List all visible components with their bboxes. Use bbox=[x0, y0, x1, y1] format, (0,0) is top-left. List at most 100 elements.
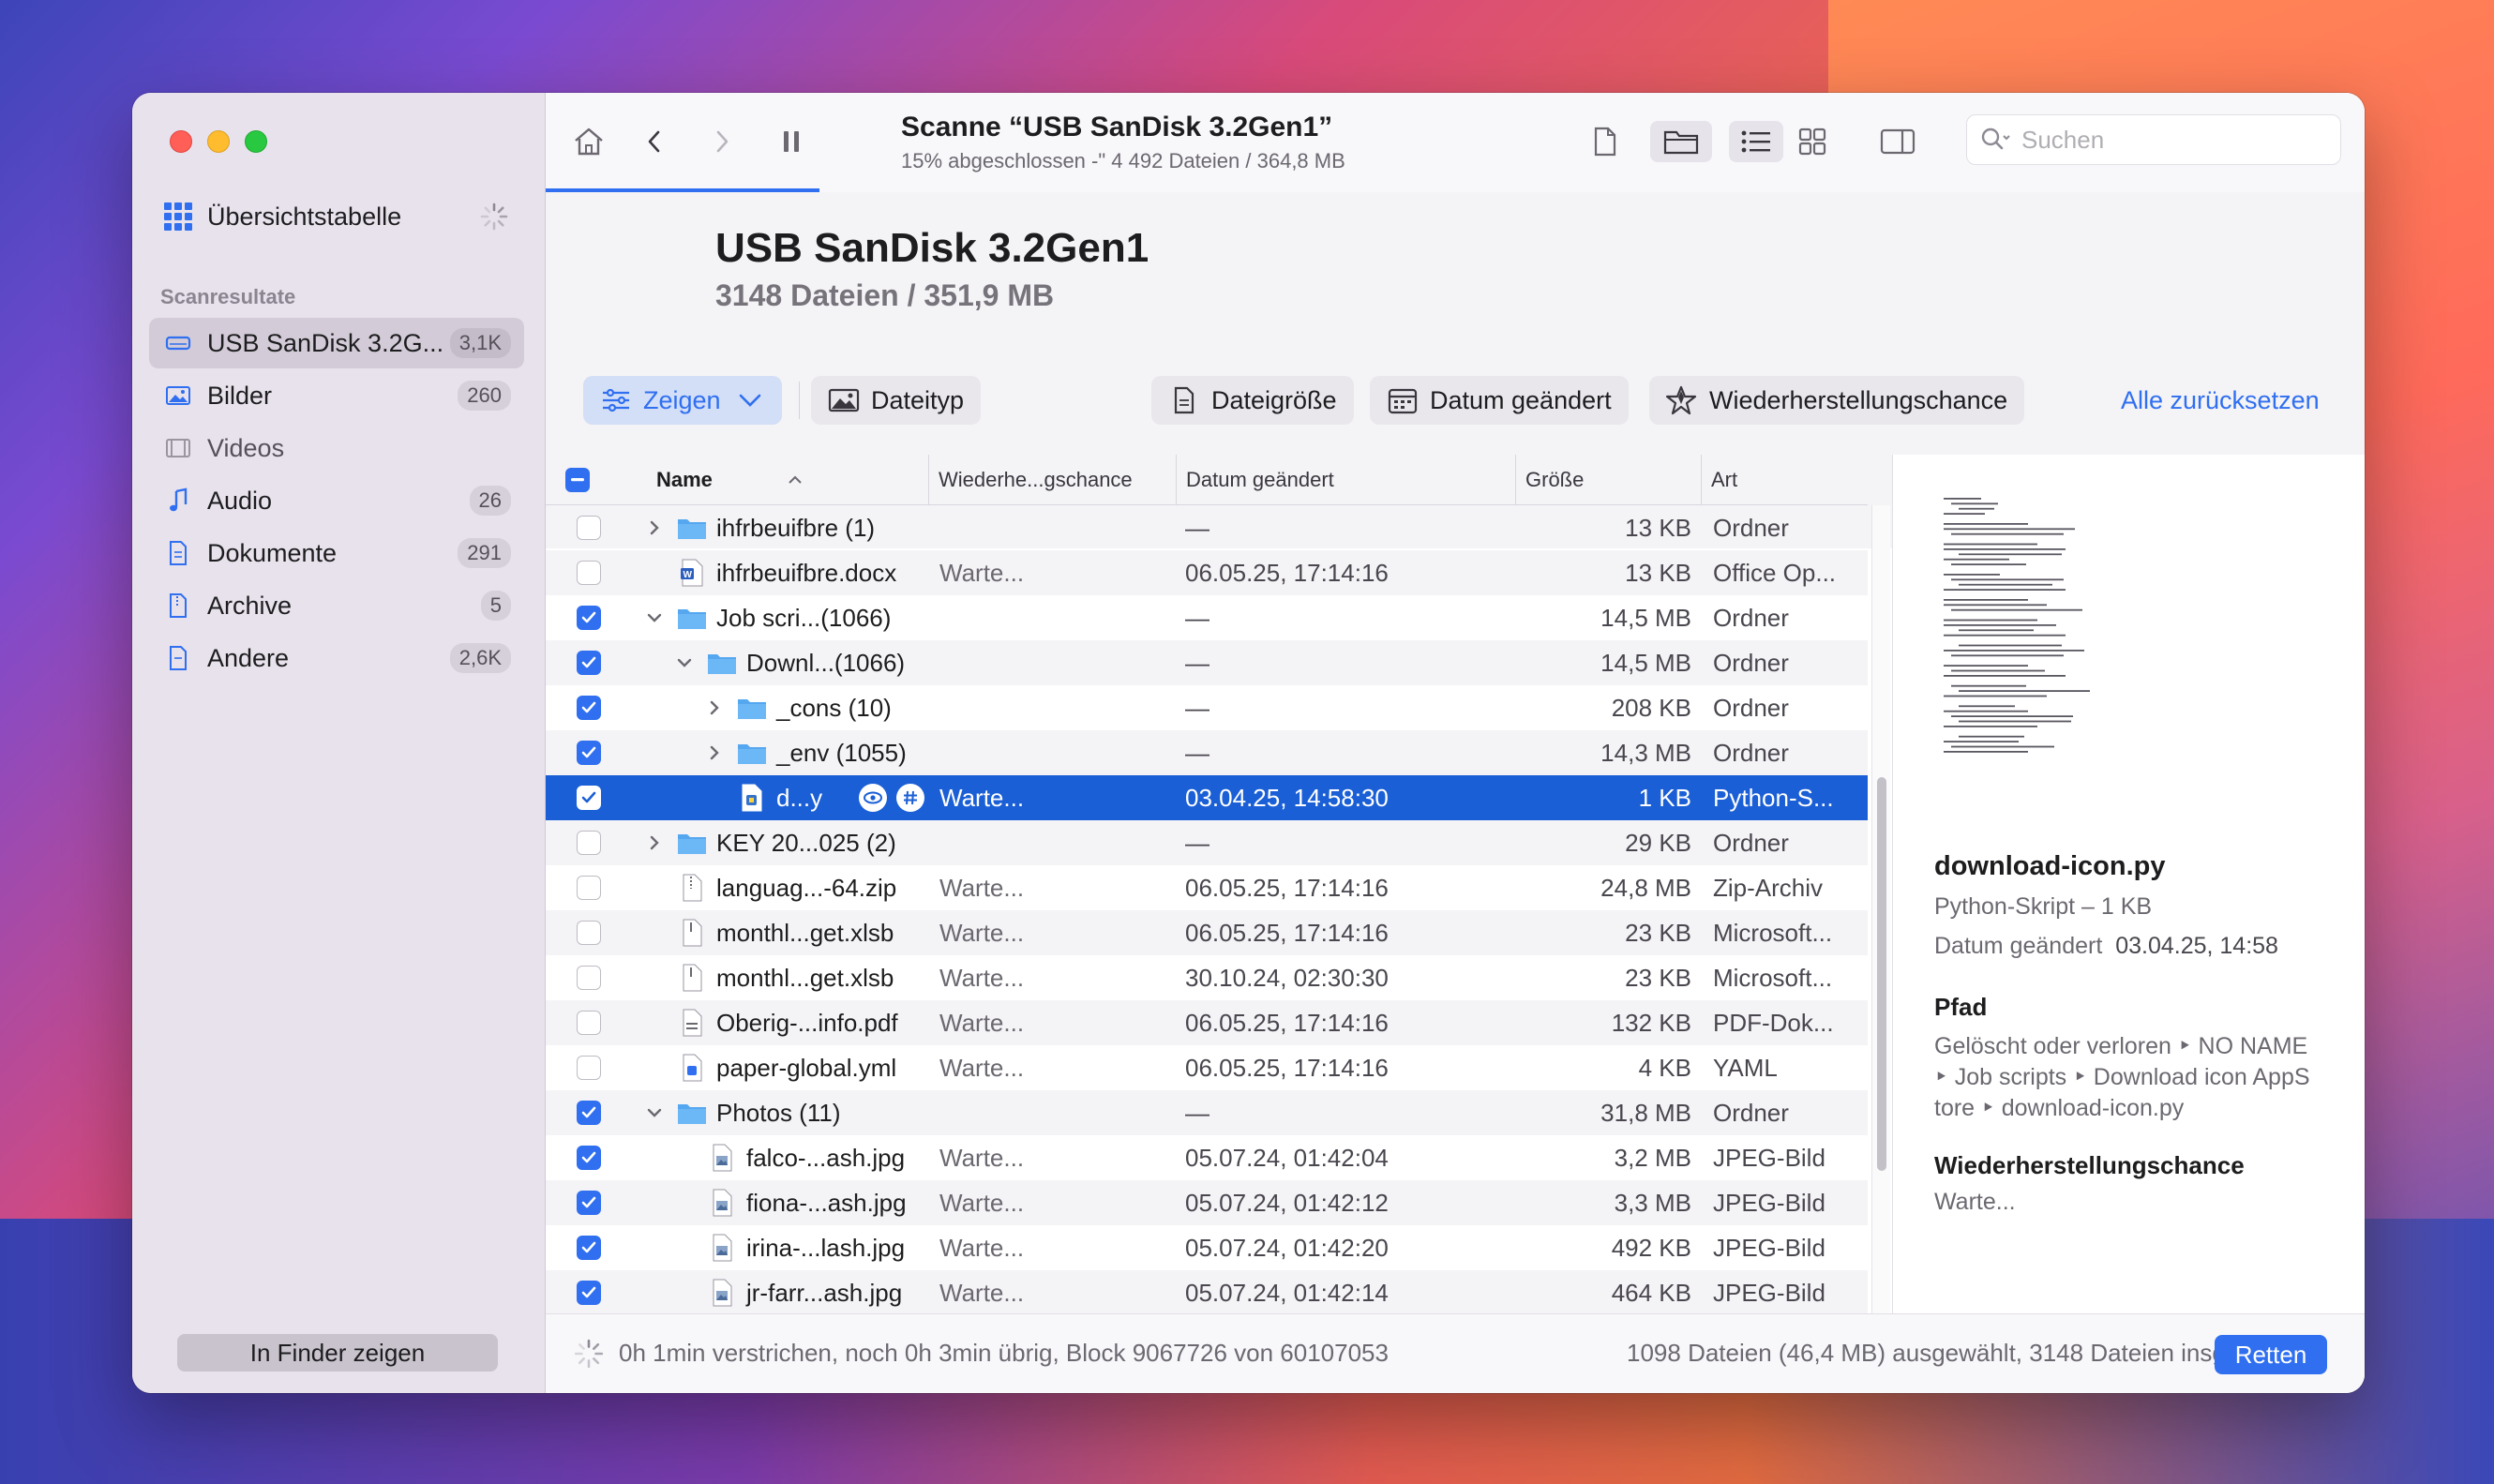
code-line bbox=[1944, 665, 2028, 667]
row-checkbox[interactable] bbox=[577, 651, 601, 675]
recovery-chance: Warte... bbox=[939, 963, 1025, 992]
column-date[interactable]: Datum geändert bbox=[1176, 455, 1515, 505]
table-row[interactable]: irina-...lash.jpg Warte... 05.07.24, 01:42… bbox=[546, 1225, 1868, 1270]
table-row[interactable]: Wihfrbeuifbre.docx Warte... 06.05.25, 17:1… bbox=[546, 550, 1868, 595]
search-input[interactable] bbox=[2021, 125, 2321, 155]
file-size-filter[interactable]: Dateigröße bbox=[1151, 376, 1354, 425]
row-checkbox[interactable] bbox=[577, 696, 601, 720]
hash-icon[interactable] bbox=[896, 784, 924, 812]
table-row[interactable]: ihfrbeuifbre (1) — 13 KB Ordner bbox=[546, 505, 1868, 550]
row-checkbox[interactable] bbox=[577, 1146, 601, 1170]
sidebar-item-audio[interactable]: Audio 26 bbox=[149, 475, 524, 526]
folder-view-icon[interactable] bbox=[1650, 121, 1712, 162]
table-row[interactable]: languag...-64.zip Warte... 06.05.25, 17:14… bbox=[546, 865, 1868, 910]
disclosure-chevron-icon[interactable] bbox=[705, 698, 724, 717]
minimize-window-button[interactable] bbox=[207, 130, 230, 153]
table-row[interactable]: Photos (11) — 31,8 MB Ordner bbox=[546, 1090, 1868, 1135]
file-type-filter[interactable]: Dateityp bbox=[811, 376, 982, 425]
home-icon[interactable] bbox=[568, 121, 609, 162]
file-kind: Ordner bbox=[1713, 513, 1789, 542]
row-checkbox[interactable] bbox=[577, 1191, 601, 1215]
recover-button[interactable]: Retten bbox=[2215, 1335, 2327, 1374]
table-row[interactable]: falco-...ash.jpg Warte... 05.07.24, 01:42:… bbox=[546, 1135, 1868, 1180]
select-all-checkbox[interactable] bbox=[565, 468, 590, 492]
row-checkbox[interactable] bbox=[577, 786, 601, 810]
table-row[interactable]: d...y Warte... 03.04.25, 14:58:30 1 KB Pyth… bbox=[546, 775, 1868, 820]
table-row[interactable]: Oberig-...info.pdf Warte... 06.05.25, 17:1… bbox=[546, 1000, 1868, 1045]
disclosure-chevron-icon[interactable] bbox=[645, 833, 664, 852]
code-line bbox=[1944, 675, 2066, 677]
code-line bbox=[1951, 684, 2026, 687]
file-kind: YAML bbox=[1713, 1053, 1778, 1082]
zoom-window-button[interactable] bbox=[245, 130, 267, 153]
row-checkbox[interactable] bbox=[577, 1011, 601, 1035]
sidebar-item-archive[interactable]: Archive 5 bbox=[149, 580, 524, 631]
recovery-chance-filter[interactable]: Wiederherstellungschance bbox=[1649, 376, 2025, 425]
table-row[interactable]: KEY 20...025 (2) — 29 KB Ordner bbox=[546, 820, 1868, 865]
table-row[interactable]: _env (1055) — 14,3 MB Ordner bbox=[546, 730, 1868, 775]
row-checkbox[interactable] bbox=[577, 1056, 601, 1080]
disclosure-chevron-icon[interactable] bbox=[645, 1103, 664, 1122]
sidebar-item-andere[interactable]: Andere 2,6K bbox=[149, 633, 524, 683]
column-name[interactable]: Name bbox=[647, 455, 928, 505]
disclosure-chevron-icon[interactable] bbox=[645, 608, 664, 627]
file-size: 31,8 MB bbox=[1600, 1098, 1691, 1127]
vertical-scrollbar[interactable] bbox=[1871, 505, 1890, 1393]
sidebar-item-usb[interactable]: USB SanDisk 3.2G... 3,1K bbox=[149, 318, 524, 368]
scrollbar-thumb[interactable] bbox=[1877, 777, 1886, 1171]
row-checkbox[interactable] bbox=[577, 561, 601, 585]
row-checkbox[interactable] bbox=[577, 516, 601, 540]
file-kind: PDF-Dok... bbox=[1713, 1008, 1834, 1037]
column-kind[interactable]: Art bbox=[1701, 455, 1868, 505]
pause-icon[interactable] bbox=[771, 121, 812, 162]
image-file-icon bbox=[707, 1279, 737, 1307]
table-row[interactable]: monthl...get.xlsb Warte... 06.05.25, 17:14… bbox=[546, 910, 1868, 955]
folder-file-icon bbox=[677, 514, 707, 542]
sidebar-right-icon[interactable] bbox=[1877, 121, 1918, 162]
row-checkbox[interactable] bbox=[577, 966, 601, 990]
table-row[interactable]: Downl...(1066) — 14,5 MB Ordner bbox=[546, 640, 1868, 685]
show-filter-button[interactable]: Zeigen bbox=[583, 376, 782, 425]
table-row[interactable]: _cons (10) — 208 KB Ordner bbox=[546, 685, 1868, 730]
row-checkbox[interactable] bbox=[577, 606, 601, 630]
row-checkbox[interactable] bbox=[577, 1236, 601, 1260]
table-row[interactable]: paper-global.yml Warte... 06.05.25, 17:14:… bbox=[546, 1045, 1868, 1090]
file-kind: Ordner bbox=[1713, 828, 1789, 857]
show-in-finder-button[interactable]: In Finder zeigen bbox=[177, 1334, 498, 1372]
code-line bbox=[1951, 669, 2045, 672]
overview-item[interactable]: Übersichtstabelle bbox=[164, 198, 401, 235]
photo-icon bbox=[164, 382, 192, 410]
file-view-icon[interactable] bbox=[1585, 121, 1626, 162]
search-field[interactable] bbox=[1966, 114, 2341, 165]
sidebar-item-videos[interactable]: Videos bbox=[149, 423, 524, 473]
back-chevron-icon[interactable] bbox=[634, 121, 675, 162]
row-checkbox[interactable] bbox=[577, 741, 601, 765]
column-chance[interactable]: Wiederhe...gschance bbox=[928, 455, 1176, 505]
sidebar-item-bilder[interactable]: Bilder 260 bbox=[149, 370, 524, 421]
file-kind: Microsoft... bbox=[1713, 918, 1833, 947]
row-checkbox[interactable] bbox=[577, 1101, 601, 1125]
preview-eye-icon[interactable] bbox=[859, 784, 887, 812]
disclosure-chevron-icon[interactable] bbox=[675, 653, 694, 672]
list-view-icon[interactable] bbox=[1729, 121, 1783, 162]
toolbar: Scanne “USB SanDisk 3.2Gen1” 15% abgesch… bbox=[546, 93, 2365, 192]
disclosure-chevron-icon[interactable] bbox=[705, 743, 724, 762]
table-row[interactable]: monthl...get.xlsb Warte... 30.10.24, 02:30… bbox=[546, 955, 1868, 1000]
row-checkbox[interactable] bbox=[577, 1281, 601, 1305]
table-row[interactable]: jr-farr...ash.jpg Warte... 05.07.24, 01:42… bbox=[546, 1270, 1868, 1315]
column-size[interactable]: Größe bbox=[1515, 455, 1701, 505]
forward-chevron-icon[interactable] bbox=[701, 121, 743, 162]
row-checkbox[interactable] bbox=[577, 831, 601, 855]
date-modified-filter[interactable]: Datum geändert bbox=[1370, 376, 1629, 425]
close-window-button[interactable] bbox=[170, 130, 192, 153]
disclosure-chevron-icon[interactable] bbox=[645, 518, 664, 537]
row-checkbox[interactable] bbox=[577, 876, 601, 900]
row-checkbox[interactable] bbox=[577, 921, 601, 945]
sidebar-item-dokumente[interactable]: Dokumente 291 bbox=[149, 528, 524, 578]
table-row[interactable]: fiona-...ash.jpg Warte... 05.07.24, 01:42:… bbox=[546, 1180, 1868, 1225]
code-line bbox=[1944, 624, 2056, 626]
grid-view-icon[interactable] bbox=[1792, 121, 1833, 162]
reset-all-link[interactable]: Alle zurücksetzen bbox=[2121, 386, 2320, 415]
table-row[interactable]: Job scri...(1066) — 14,5 MB Ordner bbox=[546, 595, 1868, 640]
preview-date: Datum geändert 03.04.25, 14:58 bbox=[1934, 933, 2278, 959]
